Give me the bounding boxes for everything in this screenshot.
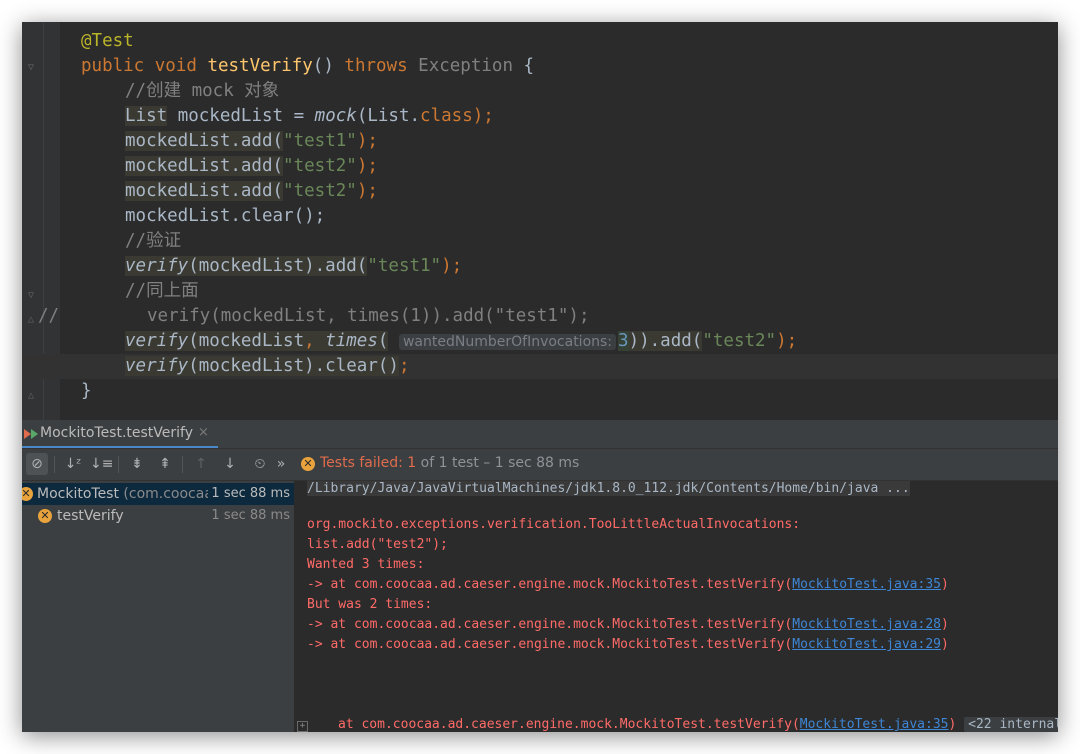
code-line: mockedList.clear(); bbox=[125, 206, 326, 226]
more-actions-icon[interactable]: » bbox=[274, 453, 288, 475]
code-line: verify(mockedList, times( wantedNumberOf… bbox=[125, 331, 798, 351]
show-passed-toggle-icon[interactable]: ⊘ bbox=[26, 453, 48, 475]
test-failed-icon: ✕ bbox=[22, 487, 33, 501]
console-line: But was 2 times: bbox=[307, 597, 433, 612]
tab-mockitotest-testverify[interactable]: MockitoTest.testVerify × bbox=[22, 420, 218, 448]
test-results-tree: ✕ MockitoTest (com.coocaa. 1 sec 88 ms ✕… bbox=[22, 481, 295, 732]
collapse-all-icon[interactable]: ⇞ bbox=[154, 453, 176, 475]
next-failed-icon[interactable]: ↓ bbox=[219, 453, 241, 475]
code-line: List mockedList = mock(List.class); bbox=[125, 106, 494, 126]
run-icon bbox=[31, 429, 38, 439]
code-line: mockedList.add("test2"); bbox=[125, 181, 378, 201]
code-editor[interactable]: ▽ ▽ △ △ @Test public void testVerify() t… bbox=[22, 22, 1058, 420]
tree-row-mockitotest[interactable]: ✕ MockitoTest (com.coocaa. 1 sec 88 ms bbox=[22, 483, 294, 505]
source-link[interactable]: MockitoTest.java:29 bbox=[792, 637, 941, 652]
stack-line: -> at com.coocaa.ad.caeser.engine.mock.M… bbox=[307, 637, 949, 652]
code-line: @Test bbox=[81, 31, 134, 51]
source-link[interactable]: MockitoTest.java:28 bbox=[792, 617, 941, 632]
console-line: list.add("test2"); bbox=[307, 537, 448, 552]
internal-frames-badge[interactable]: <22 internal bbox=[964, 717, 1058, 732]
source-link[interactable]: MockitoTest.java:35 bbox=[800, 717, 949, 732]
test-failed-run-icon bbox=[24, 429, 31, 439]
stack-line: -> at com.coocaa.ad.caeser.engine.mock.M… bbox=[307, 617, 949, 632]
sort-alphabetically-icon[interactable]: ↓ᶻ bbox=[62, 453, 84, 475]
test-duration: 1 sec 88 ms bbox=[211, 508, 290, 523]
console-output[interactable]: /Library/Java/JavaVirtualMachines/jdk1.8… bbox=[295, 481, 1058, 732]
tree-row-testverify[interactable]: ✕ testVerify 1 sec 88 ms bbox=[22, 505, 294, 527]
code-line: public void testVerify() throws Exceptio… bbox=[81, 56, 535, 76]
run-tab-label: MockitoTest.testVerify bbox=[40, 425, 194, 441]
code-line: //创建 mock 对象 bbox=[125, 81, 280, 101]
code-line: //验证 bbox=[125, 231, 182, 251]
test-history-icon[interactable]: ⏲ bbox=[249, 453, 271, 475]
code-line-current: verify(mockedList).clear(); bbox=[22, 354, 1058, 379]
stack-line: -> at com.coocaa.ad.caeser.engine.mock.M… bbox=[307, 577, 949, 592]
exception-line: org.mockito.exceptions.verification.TooL… bbox=[307, 517, 801, 532]
previous-failed-icon[interactable]: ↑ bbox=[190, 453, 212, 475]
sort-by-duration-icon[interactable]: ↓≡ bbox=[90, 453, 113, 475]
console-line: Wanted 3 times: bbox=[307, 557, 425, 572]
code-line: } bbox=[81, 381, 92, 401]
stack-line: at com.coocaa.ad.caeser.engine.mock.Mock… bbox=[338, 715, 1058, 732]
test-failed-icon: ✕ bbox=[38, 509, 52, 523]
run-toolbar: ⊘ ↓ᶻ ↓≡ ⇟ ⇞ ↑ ↓ ⏲ » ✕ Tests failed: 1 of… bbox=[22, 449, 1058, 481]
close-icon[interactable]: × bbox=[198, 425, 209, 440]
run-tab-bar: MockitoTest.testVerify × bbox=[22, 420, 1058, 449]
failed-status-icon: ✕ bbox=[301, 457, 315, 471]
test-status-summary: Tests failed: 1 of 1 test – 1 sec 88 ms bbox=[320, 455, 580, 471]
code-line: //同上面 bbox=[125, 281, 199, 301]
test-duration: 1 sec 88 ms bbox=[208, 483, 290, 505]
expand-all-icon[interactable]: ⇟ bbox=[126, 453, 148, 475]
code-line: mockedList.add("test1"); bbox=[125, 131, 378, 151]
java-command-line: /Library/Java/JavaVirtualMachines/jdk1.8… bbox=[307, 481, 910, 496]
source-link[interactable]: MockitoTest.java:35 bbox=[792, 577, 941, 592]
code-line: verify(mockedList).add("test1"); bbox=[125, 256, 463, 276]
code-line: mockedList.add("test2"); bbox=[125, 156, 378, 176]
code-line: // verify(mockedList, times(1)).add("tes… bbox=[38, 306, 590, 326]
ide-window: ▽ ▽ △ △ @Test public void testVerify() t… bbox=[22, 22, 1058, 732]
parameter-hint: wantedNumberOfInvocations: bbox=[398, 334, 617, 350]
expand-internal-icon[interactable]: + bbox=[297, 721, 308, 732]
